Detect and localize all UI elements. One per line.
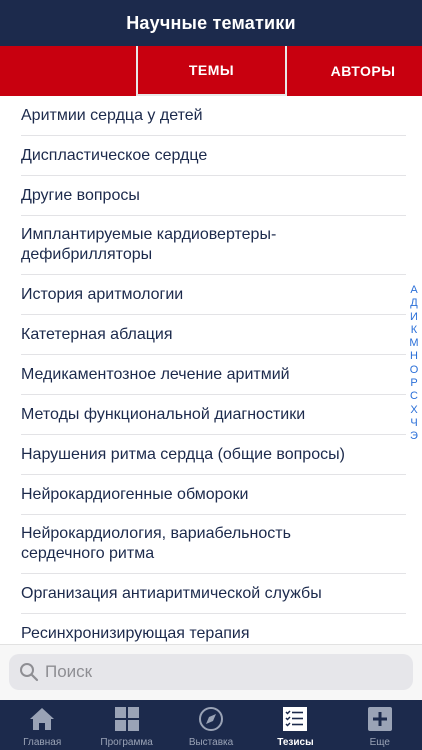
list-item[interactable]: Катетерная аблация [21, 315, 406, 355]
list-item[interactable]: Ресинхронизирующая терапия [21, 614, 406, 644]
compass-icon [199, 707, 224, 731]
list-item-label: Нейрокардиология, вариабельность сердечн… [21, 525, 291, 562]
plus-icon [367, 707, 392, 731]
checklist-icon [283, 707, 308, 731]
list-item-label: Ресинхронизирующая терапия [21, 624, 250, 642]
list-item-label: Медикаментозное лечение аритмий [21, 365, 290, 383]
list-item[interactable]: История аритмологии [21, 275, 406, 315]
nav-program[interactable]: Программа [84, 700, 168, 750]
index-letter[interactable]: С [410, 390, 418, 403]
tab-authors[interactable]: АВТОРЫ [318, 46, 408, 96]
index-letter[interactable]: Э [410, 430, 418, 443]
nav-label: Главная [23, 737, 62, 748]
list-item-label: Методы функциональной диагностики [21, 405, 306, 423]
list-item-label: Аритмии сердца у детей [21, 106, 203, 124]
search-bar [0, 644, 422, 700]
search-field[interactable] [9, 654, 413, 690]
nav-home[interactable]: Главная [0, 700, 84, 750]
list-item-label: Другие вопросы [21, 186, 140, 204]
nav-label: Выставка [188, 737, 234, 748]
search-input[interactable] [45, 662, 385, 682]
index-letter[interactable]: Х [410, 404, 417, 417]
bottom-tab-bar: Главная Программа Выставка Тезисы Еще [0, 700, 422, 750]
list-item[interactable]: Нейрокардиогенные обмороки [21, 475, 406, 515]
grid-icon [114, 707, 139, 731]
search-icon [20, 663, 39, 682]
nav-bar: Научные тематики [0, 0, 422, 46]
index-letter[interactable]: О [410, 364, 419, 377]
list-item[interactable]: Диспластическое сердце [21, 136, 406, 176]
list-item-label: Организация антиаритмической службы [21, 584, 322, 602]
list-item-label: История аритмологии [21, 285, 184, 303]
list-item[interactable]: Нарушения ритма сердца (общие вопросы) [21, 435, 406, 475]
topics-list: Аритмии сердца у детей Диспластическое с… [0, 96, 422, 644]
index-letter[interactable]: М [409, 337, 418, 350]
index-letter[interactable]: Ч [410, 417, 417, 430]
list-item[interactable]: Медикаментозное лечение аритмий [21, 355, 406, 395]
nav-label: Тезисы [277, 737, 314, 748]
list-item[interactable]: Нейрокардиология, вариабельность сердечн… [21, 515, 406, 574]
index-letter[interactable]: Д [410, 297, 417, 310]
list-item-label: Нарушения ритма сердца (общие вопросы) [21, 445, 345, 463]
list-item[interactable]: Другие вопросы [21, 176, 406, 216]
list-item[interactable]: Организация антиаритмической службы [21, 574, 406, 614]
index-letter[interactable]: Р [410, 377, 417, 390]
nav-more[interactable]: Еще [338, 700, 422, 750]
list-item[interactable]: Имплантируемые кардиовертеры-дефибриллят… [21, 216, 406, 275]
index-letter[interactable]: К [411, 324, 417, 337]
page-title: Научные тематики [126, 12, 296, 33]
segment-tabs: ТЕМЫ АВТОРЫ [0, 46, 422, 96]
index-letter[interactable]: Н [410, 350, 418, 363]
nav-exhibition[interactable]: Выставка [169, 700, 253, 750]
home-icon [30, 708, 55, 730]
nav-label: Программа [100, 737, 153, 748]
index-letter[interactable]: А [410, 284, 417, 297]
list-item-label: Имплантируемые кардиовертеры-дефибриллят… [21, 226, 277, 263]
nav-abstracts[interactable]: Тезисы [253, 700, 337, 750]
section-index[interactable]: А Д И К М Н О Р С Х Ч Э [405, 284, 422, 444]
tab-themes[interactable]: ТЕМЫ [136, 46, 287, 96]
list-item-label: Диспластическое сердце [21, 146, 208, 164]
list-item[interactable]: Аритмии сердца у детей [21, 96, 406, 136]
list-item[interactable]: Методы функциональной диагностики [21, 395, 406, 435]
nav-label: Еще [369, 737, 390, 748]
list-item-label: Нейрокардиогенные обмороки [21, 485, 249, 503]
index-letter[interactable]: И [410, 311, 418, 324]
list-item-label: Катетерная аблация [21, 325, 173, 343]
